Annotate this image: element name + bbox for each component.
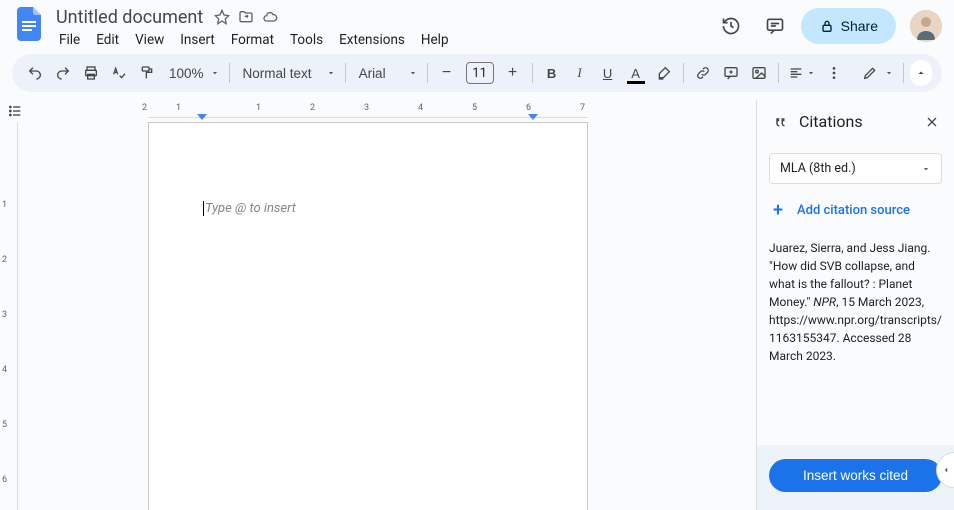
left-indent-marker[interactable]	[197, 114, 207, 120]
plus-icon: +	[769, 200, 787, 221]
share-button[interactable]: Share	[801, 8, 896, 44]
move-folder-icon[interactable]	[237, 8, 255, 26]
menu-view[interactable]: View	[128, 30, 171, 50]
editing-mode-button[interactable]	[859, 60, 897, 86]
separator	[778, 63, 779, 83]
chevron-left-icon	[941, 465, 951, 475]
redo-button[interactable]	[50, 60, 76, 86]
add-citation-source-button[interactable]: + Add citation source	[769, 198, 942, 223]
insert-image-button[interactable]	[746, 60, 772, 86]
insert-works-cited-button[interactable]: Insert works cited	[769, 459, 942, 492]
user-avatar[interactable]	[910, 10, 942, 42]
document-area: 2 1 1 2 3 4 5 6 7 Type @ to insert	[28, 100, 756, 510]
font-size-input[interactable]: 11	[466, 62, 494, 84]
zoom-select[interactable]: 100%	[162, 60, 223, 86]
header-actions: Share	[713, 6, 942, 46]
separator	[683, 63, 684, 83]
title-area: Untitled document File Edit View Insert …	[52, 6, 713, 52]
highlight-color-button[interactable]	[651, 60, 677, 86]
close-icon[interactable]	[924, 114, 940, 130]
paint-format-button[interactable]	[134, 60, 160, 86]
separator	[532, 63, 533, 83]
increase-font-button[interactable]: +	[500, 60, 526, 86]
italic-button[interactable]: I	[567, 60, 593, 86]
underline-button[interactable]: U	[595, 60, 621, 86]
vertical-ruler: 1 2 3 4 5 6	[0, 100, 28, 510]
decrease-font-button[interactable]: −	[434, 60, 460, 86]
app-header: Untitled document File Edit View Insert …	[0, 0, 954, 54]
citation-text-em: NPR	[813, 295, 836, 309]
menu-format[interactable]: Format	[224, 30, 281, 50]
menu-insert[interactable]: Insert	[173, 30, 222, 50]
menu-bar: File Edit View Insert Format Tools Exten…	[52, 28, 713, 52]
undo-button[interactable]	[22, 60, 48, 86]
history-icon[interactable]	[713, 8, 749, 44]
share-label: Share	[841, 18, 878, 34]
chevron-down-icon	[921, 164, 931, 174]
toolbar-container: 100% Normal text Arial − 11 + B I U A	[0, 54, 954, 100]
horizontal-ruler: 2 1 1 2 3 4 5 6 7	[28, 100, 756, 122]
align-button[interactable]	[785, 60, 819, 86]
outline-toggle-icon[interactable]	[4, 100, 26, 122]
add-citation-label: Add citation source	[797, 203, 910, 218]
separator	[229, 63, 230, 83]
citations-panel: Citations MLA (8th ed.) + Add citation s…	[756, 100, 954, 510]
menu-tools[interactable]: Tools	[283, 30, 330, 50]
citation-style-value: MLA (8th ed.)	[780, 161, 856, 176]
quote-icon	[771, 113, 789, 131]
paragraph-style-select[interactable]: Normal text	[236, 60, 339, 86]
document-title[interactable]: Untitled document	[52, 7, 207, 28]
spellcheck-button[interactable]	[106, 60, 132, 86]
citations-title: Citations	[799, 112, 863, 131]
insert-link-button[interactable]	[690, 60, 716, 86]
citation-entry[interactable]: Juarez, Sierra, and Jess Jiang. "How did…	[769, 239, 942, 365]
menu-file[interactable]: File	[52, 30, 87, 50]
bold-button[interactable]: B	[539, 60, 565, 86]
add-comment-button[interactable]	[718, 60, 744, 86]
document-page[interactable]: Type @ to insert	[148, 122, 588, 510]
citations-footer: Insert works cited	[757, 445, 954, 510]
menu-edit[interactable]: Edit	[89, 30, 126, 50]
docs-logo-icon[interactable]	[12, 6, 48, 42]
menu-help[interactable]: Help	[414, 30, 456, 50]
insert-placeholder: Type @ to insert	[203, 201, 296, 216]
toolbar: 100% Normal text Arial − 11 + B I U A	[12, 54, 942, 92]
more-button[interactable]	[821, 60, 847, 86]
citation-style-select[interactable]: MLA (8th ed.)	[769, 153, 942, 184]
separator	[903, 63, 904, 83]
right-indent-marker[interactable]	[528, 114, 538, 120]
cloud-status-icon[interactable]	[261, 8, 279, 26]
separator	[427, 63, 428, 83]
star-icon[interactable]	[213, 8, 231, 26]
comments-icon[interactable]	[757, 8, 793, 44]
collapse-toolbar-button[interactable]	[910, 60, 932, 86]
menu-extensions[interactable]: Extensions	[332, 30, 412, 50]
citations-header: Citations	[757, 100, 954, 143]
lock-icon	[819, 18, 835, 34]
font-select[interactable]: Arial	[352, 60, 421, 86]
main-area: 1 2 3 4 5 6 2 1 1 2 3 4 5 6 7 Type @ to …	[0, 100, 954, 510]
text-color-button[interactable]: A	[623, 60, 649, 86]
print-button[interactable]	[78, 60, 104, 86]
separator	[345, 63, 346, 83]
